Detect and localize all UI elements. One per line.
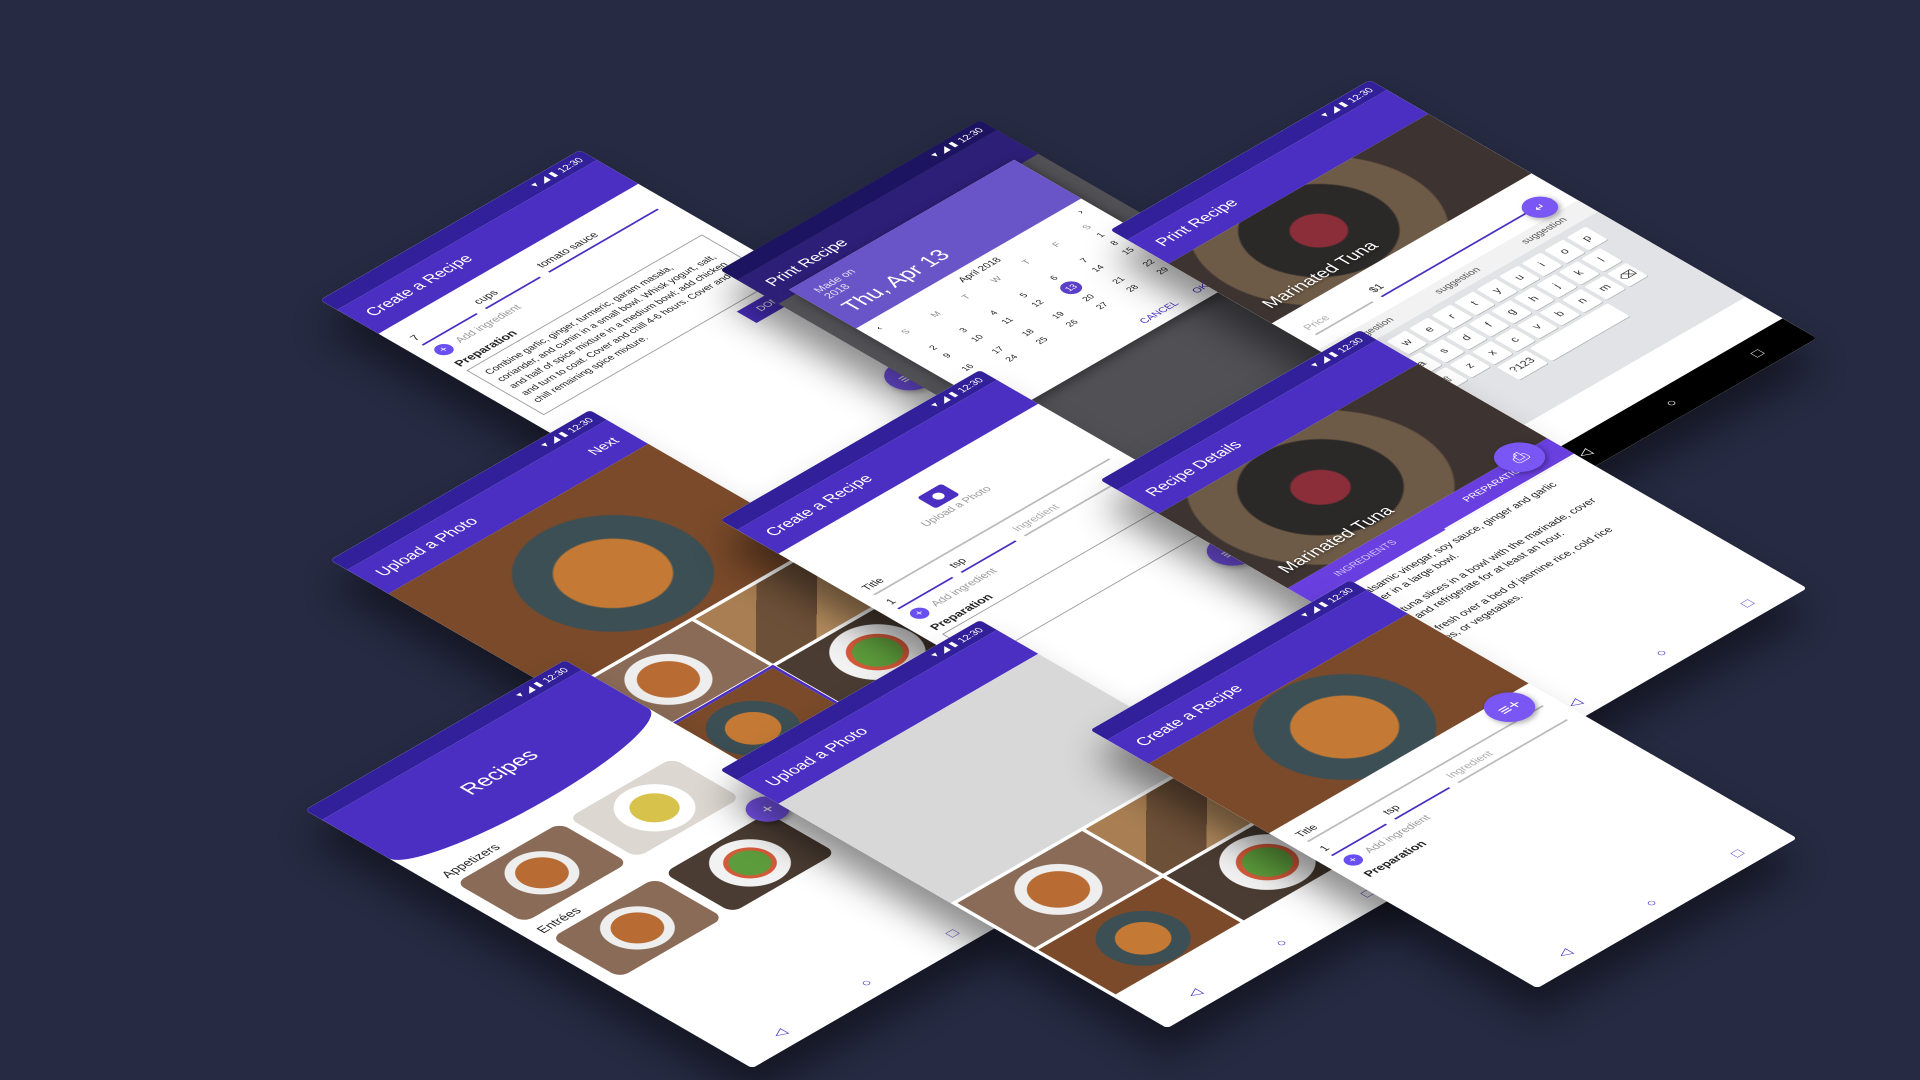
recents-icon[interactable]: □ xyxy=(1736,597,1757,609)
recents-icon[interactable]: □ xyxy=(1746,347,1767,359)
wifi-icon: ▾ xyxy=(528,181,543,190)
wifi-icon: ▾ xyxy=(928,401,943,410)
battery-icon: ▮ xyxy=(946,140,961,149)
wifi-icon: ▾ xyxy=(1308,361,1323,370)
back-icon[interactable]: ◁ xyxy=(1182,986,1206,1000)
home-icon[interactable]: ○ xyxy=(1650,647,1671,659)
home-icon[interactable]: ○ xyxy=(1270,937,1291,949)
signal-icon: ◢ xyxy=(936,145,953,155)
signal-icon: ◢ xyxy=(936,395,953,405)
signal-icon: ◢ xyxy=(1316,355,1333,365)
signal-icon: ◢ xyxy=(546,435,563,445)
home-icon[interactable]: ○ xyxy=(1660,397,1681,409)
wifi-icon: ▾ xyxy=(1318,111,1333,120)
prev-month-icon[interactable]: ‹ xyxy=(873,325,885,332)
battery-icon: ▮ xyxy=(556,430,571,439)
battery-icon: ▮ xyxy=(1326,350,1341,359)
wifi-icon: ▾ xyxy=(538,441,553,450)
back-icon[interactable]: ◁ xyxy=(1552,946,1576,960)
battery-icon: ▮ xyxy=(946,640,961,649)
nav-bar: ◁ ○ □ xyxy=(717,898,1013,1069)
home-icon[interactable]: ○ xyxy=(1640,897,1661,909)
back-icon[interactable]: ◁ xyxy=(767,1026,791,1040)
recents-icon[interactable]: □ xyxy=(941,927,962,939)
next-month-icon[interactable]: › xyxy=(1075,208,1087,215)
page-title: Recipes xyxy=(453,745,545,799)
wifi-icon: ▾ xyxy=(1298,611,1313,620)
wifi-icon: ▾ xyxy=(928,151,943,160)
wifi-icon: ▾ xyxy=(513,691,528,700)
battery-icon: ▮ xyxy=(1336,100,1351,109)
recents-icon[interactable]: □ xyxy=(1726,847,1747,859)
add-icon: + xyxy=(430,341,458,358)
battery-icon: ▮ xyxy=(1316,600,1331,609)
battery-icon: ▮ xyxy=(546,170,561,179)
home-icon[interactable]: ○ xyxy=(855,977,876,989)
add-icon: + xyxy=(1339,852,1368,868)
add-icon: + xyxy=(905,605,934,622)
calendar-day[interactable]: 13 xyxy=(1055,278,1087,297)
battery-icon: ▮ xyxy=(946,390,961,399)
signal-icon: ◢ xyxy=(1306,605,1323,615)
battery-icon: ▮ xyxy=(531,680,546,689)
next-button[interactable]: Next xyxy=(584,435,623,457)
wifi-icon: ▾ xyxy=(928,651,943,660)
signal-icon: ◢ xyxy=(1326,105,1343,115)
signal-icon: ◢ xyxy=(536,175,553,185)
signal-icon: ◢ xyxy=(936,645,953,655)
nav-bar: ◁ ○ □ xyxy=(1502,818,1798,989)
signal-icon: ◢ xyxy=(521,685,538,695)
